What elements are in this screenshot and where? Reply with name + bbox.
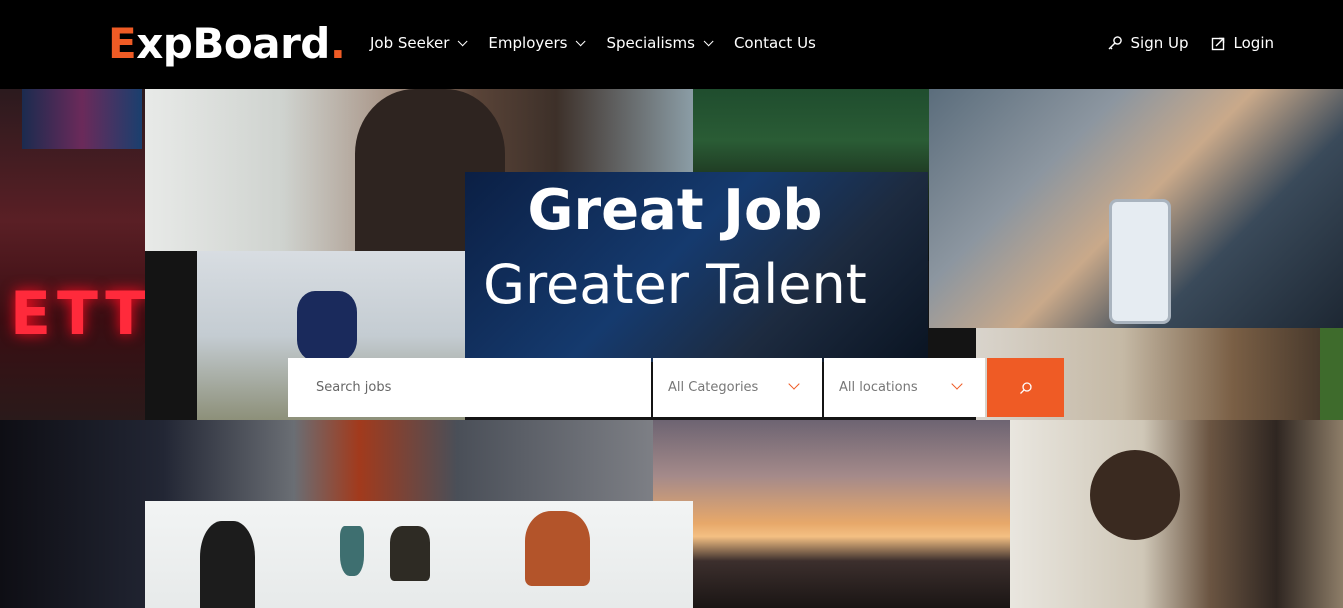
category-select[interactable]: All Categories <box>653 358 822 417</box>
site-header: ExpBoard. Job Seeker Employers Specialis… <box>0 0 1343 89</box>
chevron-down-icon <box>576 35 587 46</box>
chevron-down-icon <box>788 378 800 390</box>
photo-hanging-lamps <box>145 501 693 608</box>
category-select-value: All Categories <box>668 380 759 395</box>
photo-neon-street: ETTI <box>0 89 145 420</box>
nav-label: Specialisms <box>606 34 695 52</box>
chevron-down-icon <box>458 35 468 46</box>
chevron-down-icon <box>951 378 963 390</box>
main-nav: Job Seeker Employers Specialisms Contact… <box>370 30 840 56</box>
photo-photographer <box>1010 420 1343 608</box>
auth-links: Sign Up Login <box>1107 30 1274 56</box>
location-select[interactable]: All locations <box>824 358 985 417</box>
sign-up-label: Sign Up <box>1130 34 1189 52</box>
login-link[interactable]: Login <box>1211 30 1274 56</box>
logo-letter-e: E <box>108 19 137 68</box>
location-select-value: All locations <box>839 380 918 395</box>
logo-text: xpBoard <box>136 19 330 68</box>
search-input[interactable] <box>288 358 651 417</box>
nav-item-employers[interactable]: Employers <box>488 30 587 56</box>
login-icon <box>1211 37 1224 50</box>
logo-dot: . <box>329 19 346 68</box>
photo-selfie-woman <box>929 89 1343 328</box>
chevron-down-icon <box>703 35 714 46</box>
hero-subtitle: Greater Talent <box>483 253 867 316</box>
search-button[interactable] <box>987 358 1064 417</box>
hero-title: Great Job <box>527 178 823 243</box>
site-logo[interactable]: ExpBoard. <box>108 16 346 72</box>
search-icon <box>1019 381 1032 394</box>
nav-item-job-seeker[interactable]: Job Seeker <box>370 30 468 56</box>
login-label: Login <box>1233 34 1274 52</box>
photo-sunset-stadium <box>653 420 1010 608</box>
job-search-bar: All Categories All locations <box>288 358 1064 417</box>
nav-label: Contact Us <box>733 34 816 52</box>
nav-item-specialisms[interactable]: Specialisms <box>606 30 714 56</box>
photo-green-foliage <box>1320 328 1343 420</box>
nav-item-contact-us[interactable]: Contact Us <box>734 30 816 56</box>
sign-up-link[interactable]: Sign Up <box>1107 30 1189 56</box>
key-icon <box>1108 36 1122 50</box>
nav-label: Job Seeker <box>370 34 450 52</box>
nav-label: Employers <box>488 34 568 52</box>
